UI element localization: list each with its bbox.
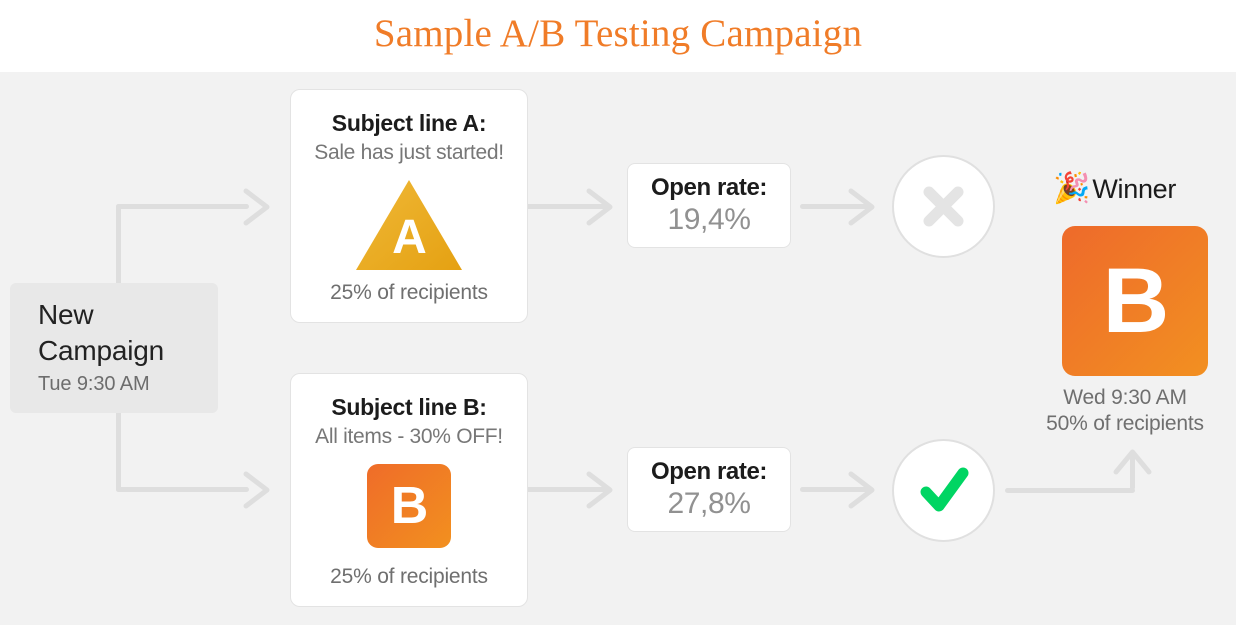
cross-icon	[923, 186, 964, 227]
variant-b-recipients: 25% of recipients	[330, 565, 488, 588]
open-rate-a-value: 19,4%	[667, 203, 751, 236]
variant-b-badge-wrap: B	[291, 462, 527, 562]
variant-card-b[interactable]: Subject line B: All items - 30% OFF! B 2…	[290, 373, 528, 607]
result-loser-circle	[892, 155, 995, 258]
campaign-name-line1: New	[38, 299, 94, 330]
variant-a-badge-letter: A	[392, 211, 427, 264]
variant-a-badge-wrap: A	[291, 178, 527, 278]
square-b-icon: B	[367, 464, 451, 548]
arrowhead-to-result-a	[848, 188, 875, 226]
open-rate-card-a[interactable]: Open rate: 19,4%	[627, 163, 791, 248]
arrowhead-to-card-b	[243, 471, 270, 509]
winner-send-time: Wed 9:30 AM	[1063, 386, 1187, 409]
triangle-a-icon: A	[353, 178, 465, 272]
result-winner-circle	[892, 439, 995, 542]
variant-b-heading: Subject line B:	[331, 394, 487, 420]
campaign-name: New Campaign	[38, 297, 218, 369]
party-popper-icon: 🎉	[1053, 172, 1091, 205]
arrowhead-to-result-b	[848, 471, 875, 509]
winner-header: 🎉 Winner	[1053, 168, 1176, 210]
open-rate-b-value: 27,8%	[667, 487, 751, 520]
connector-to-card-b	[116, 487, 249, 492]
page-title: Sample A/B Testing Campaign	[373, 12, 863, 55]
open-rate-a-label: Open rate:	[650, 174, 768, 201]
open-rate-card-b[interactable]: Open rate: 27,8%	[627, 447, 791, 532]
arrowhead-to-rate-a	[586, 188, 613, 226]
variant-a-subject: Sale has just started!	[314, 141, 504, 164]
variant-a-recipients: 25% of recipients	[330, 281, 488, 304]
open-rate-b-label: Open rate:	[650, 458, 768, 485]
winner-tile[interactable]: B	[1062, 226, 1208, 376]
variant-a-heading: Subject line A:	[331, 110, 487, 136]
variant-b-subject: All items - 30% OFF!	[315, 425, 503, 448]
arrowhead-to-rate-b	[586, 471, 613, 509]
winner-label: Winner	[1092, 173, 1177, 204]
variant-b-badge-letter: B	[390, 477, 429, 535]
arrowhead-to-card-a	[243, 188, 270, 226]
variant-card-a[interactable]: Subject line A: Sale has just started! A…	[290, 89, 528, 323]
connector-to-card-a	[116, 204, 249, 209]
new-campaign-card[interactable]: New Campaign Tue 9:30 AM	[10, 283, 218, 413]
infographic-root: Sample A/B Testing Campaign New Campaign…	[0, 0, 1236, 625]
check-icon	[920, 467, 969, 512]
winner-recipients: 50% of recipients	[1046, 412, 1204, 435]
winner-caption: Wed 9:30 AM 50% of recipients	[1020, 385, 1230, 437]
campaign-name-line2: Campaign	[38, 335, 165, 366]
arrowhead-to-winner	[1113, 449, 1152, 475]
campaign-send-time: Tue 9:30 AM	[38, 373, 150, 395]
winner-letter: B	[1102, 250, 1169, 352]
